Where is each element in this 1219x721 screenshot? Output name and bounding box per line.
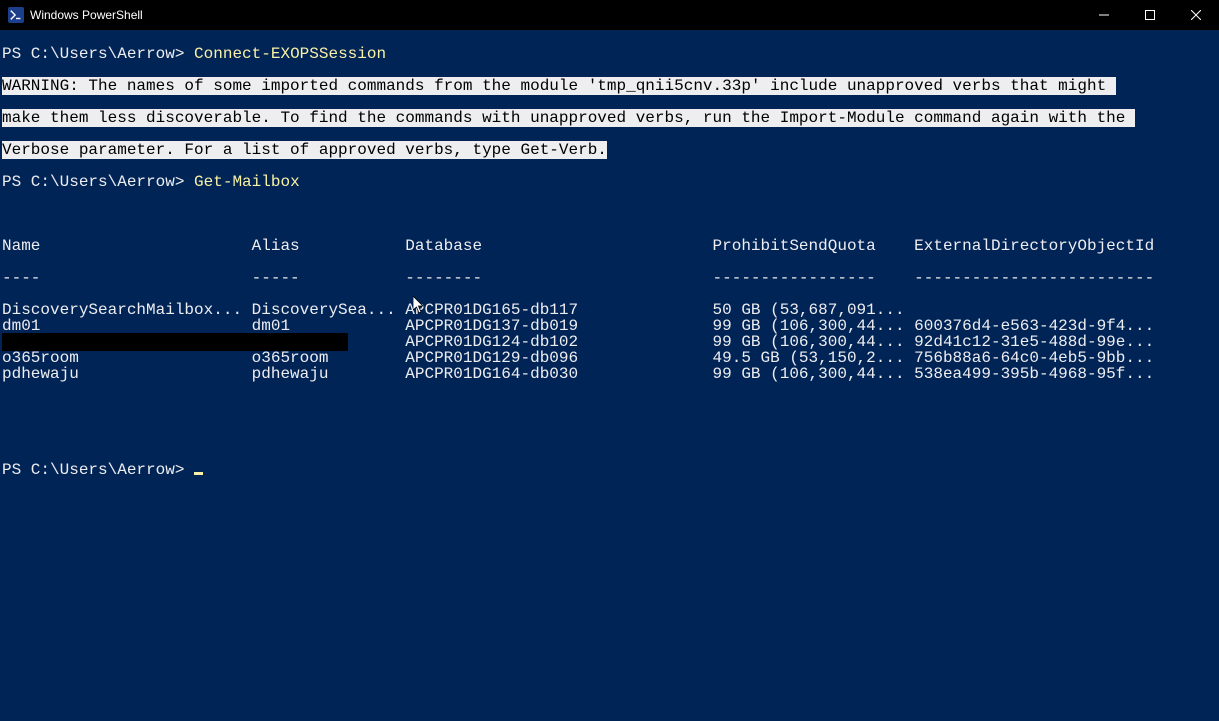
blank-line <box>2 430 1217 446</box>
warning-text: WARNING: The names of some imported comm… <box>2 77 1116 95</box>
table-row: DiscoverySearchMailbox... DiscoverySea..… <box>2 302 1217 318</box>
titlebar[interactable]: Windows PowerShell <box>0 0 1219 30</box>
table-header-row: Name Alias Database ProhibitSendQuota Ex… <box>2 238 1217 254</box>
command-text: Connect-EXOPSSession <box>194 45 386 63</box>
blank-line <box>2 398 1217 414</box>
command-text: Get-Mailbox <box>194 173 300 191</box>
minimize-button[interactable] <box>1081 0 1127 30</box>
maximize-button[interactable] <box>1127 0 1173 30</box>
table-divider-row: ---- ----- -------- ----------------- --… <box>2 270 1217 286</box>
warning-line: Verbose parameter. For a list of approve… <box>2 142 1217 158</box>
blank-line <box>2 206 1217 222</box>
warning-line: WARNING: The names of some imported comm… <box>2 78 1217 94</box>
table-row: o365room o365room APCPR01DG129-db096 49.… <box>2 350 1217 366</box>
terminal-output[interactable]: PS C:\Users\Aerrow> Connect-EXOPSSession… <box>0 30 1219 721</box>
prompt: PS C:\Users\Aerrow> <box>2 173 184 191</box>
table-row: dm01 dm01 APCPR01DG137-db019 99 GB (106,… <box>2 318 1217 334</box>
warning-text: Verbose parameter. For a list of approve… <box>2 141 607 159</box>
table-row: pdhewaju pdhewaju APCPR01DG164-db030 99 … <box>2 366 1217 382</box>
prompt: PS C:\Users\Aerrow> <box>2 45 184 63</box>
window-controls <box>1081 0 1219 30</box>
prompt-line: PS C:\Users\Aerrow> <box>2 462 1217 478</box>
command-line: PS C:\Users\Aerrow> Get-Mailbox <box>2 174 1217 190</box>
window-title: Windows PowerShell <box>30 8 143 22</box>
command-line: PS C:\Users\Aerrow> Connect-EXOPSSession <box>2 46 1217 62</box>
table-row: APCPR01DG124-db102 99 GB (106,300,44... … <box>2 334 1217 350</box>
close-button[interactable] <box>1173 0 1219 30</box>
powershell-window: Windows PowerShell PS C:\Users\Aerrow> C… <box>0 0 1219 721</box>
prompt: PS C:\Users\Aerrow> <box>2 461 184 479</box>
warning-line: make them less discoverable. To find the… <box>2 110 1217 126</box>
cursor <box>194 472 203 475</box>
powershell-icon <box>8 7 24 23</box>
warning-text: make them less discoverable. To find the… <box>2 109 1135 127</box>
